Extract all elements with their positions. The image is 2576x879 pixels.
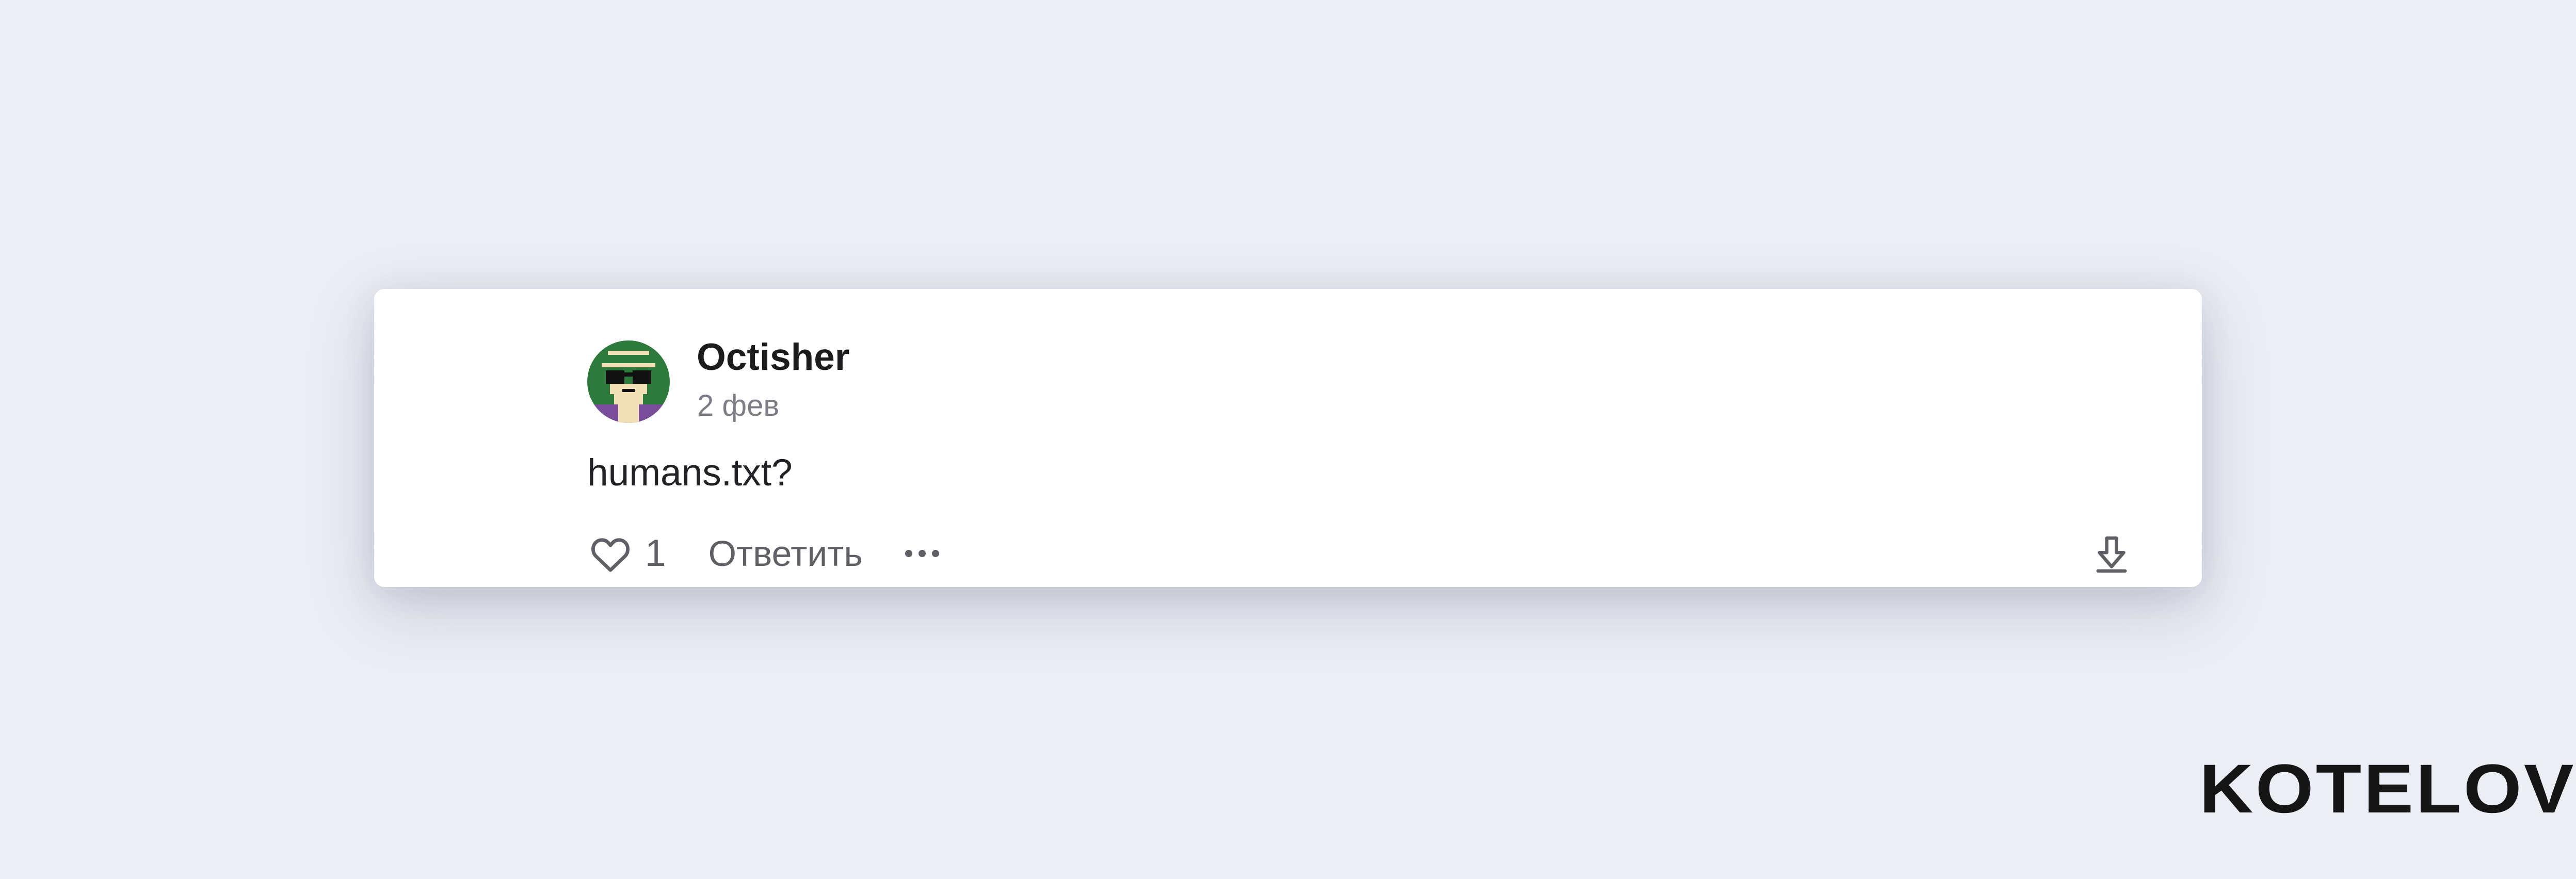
comment-actions: 1 Ответить bbox=[587, 530, 939, 577]
heart-icon bbox=[591, 538, 630, 572]
author-name[interactable]: Octisher bbox=[697, 334, 849, 381]
avatar[interactable] bbox=[587, 340, 670, 423]
more-dot-icon bbox=[931, 550, 939, 557]
avatar-pixel-art-icon bbox=[587, 340, 670, 423]
more-dot-icon bbox=[905, 550, 912, 557]
reply-button[interactable]: Ответить bbox=[709, 530, 863, 577]
comment-text: humans.txt? bbox=[587, 452, 793, 494]
comment-date: 2 фев bbox=[697, 389, 780, 422]
like-count: 1 bbox=[645, 532, 666, 574]
comment-card: Octisher 2 фев humans.txt? 1 Ответить bbox=[374, 289, 2202, 587]
more-dot-icon bbox=[918, 550, 926, 557]
like-button[interactable]: 1 bbox=[587, 530, 666, 577]
brand-logo: KOTELOV bbox=[2199, 751, 2576, 827]
arrow-down-icon bbox=[2096, 536, 2127, 573]
download-button[interactable] bbox=[2088, 530, 2135, 577]
more-options-button[interactable] bbox=[905, 530, 939, 577]
